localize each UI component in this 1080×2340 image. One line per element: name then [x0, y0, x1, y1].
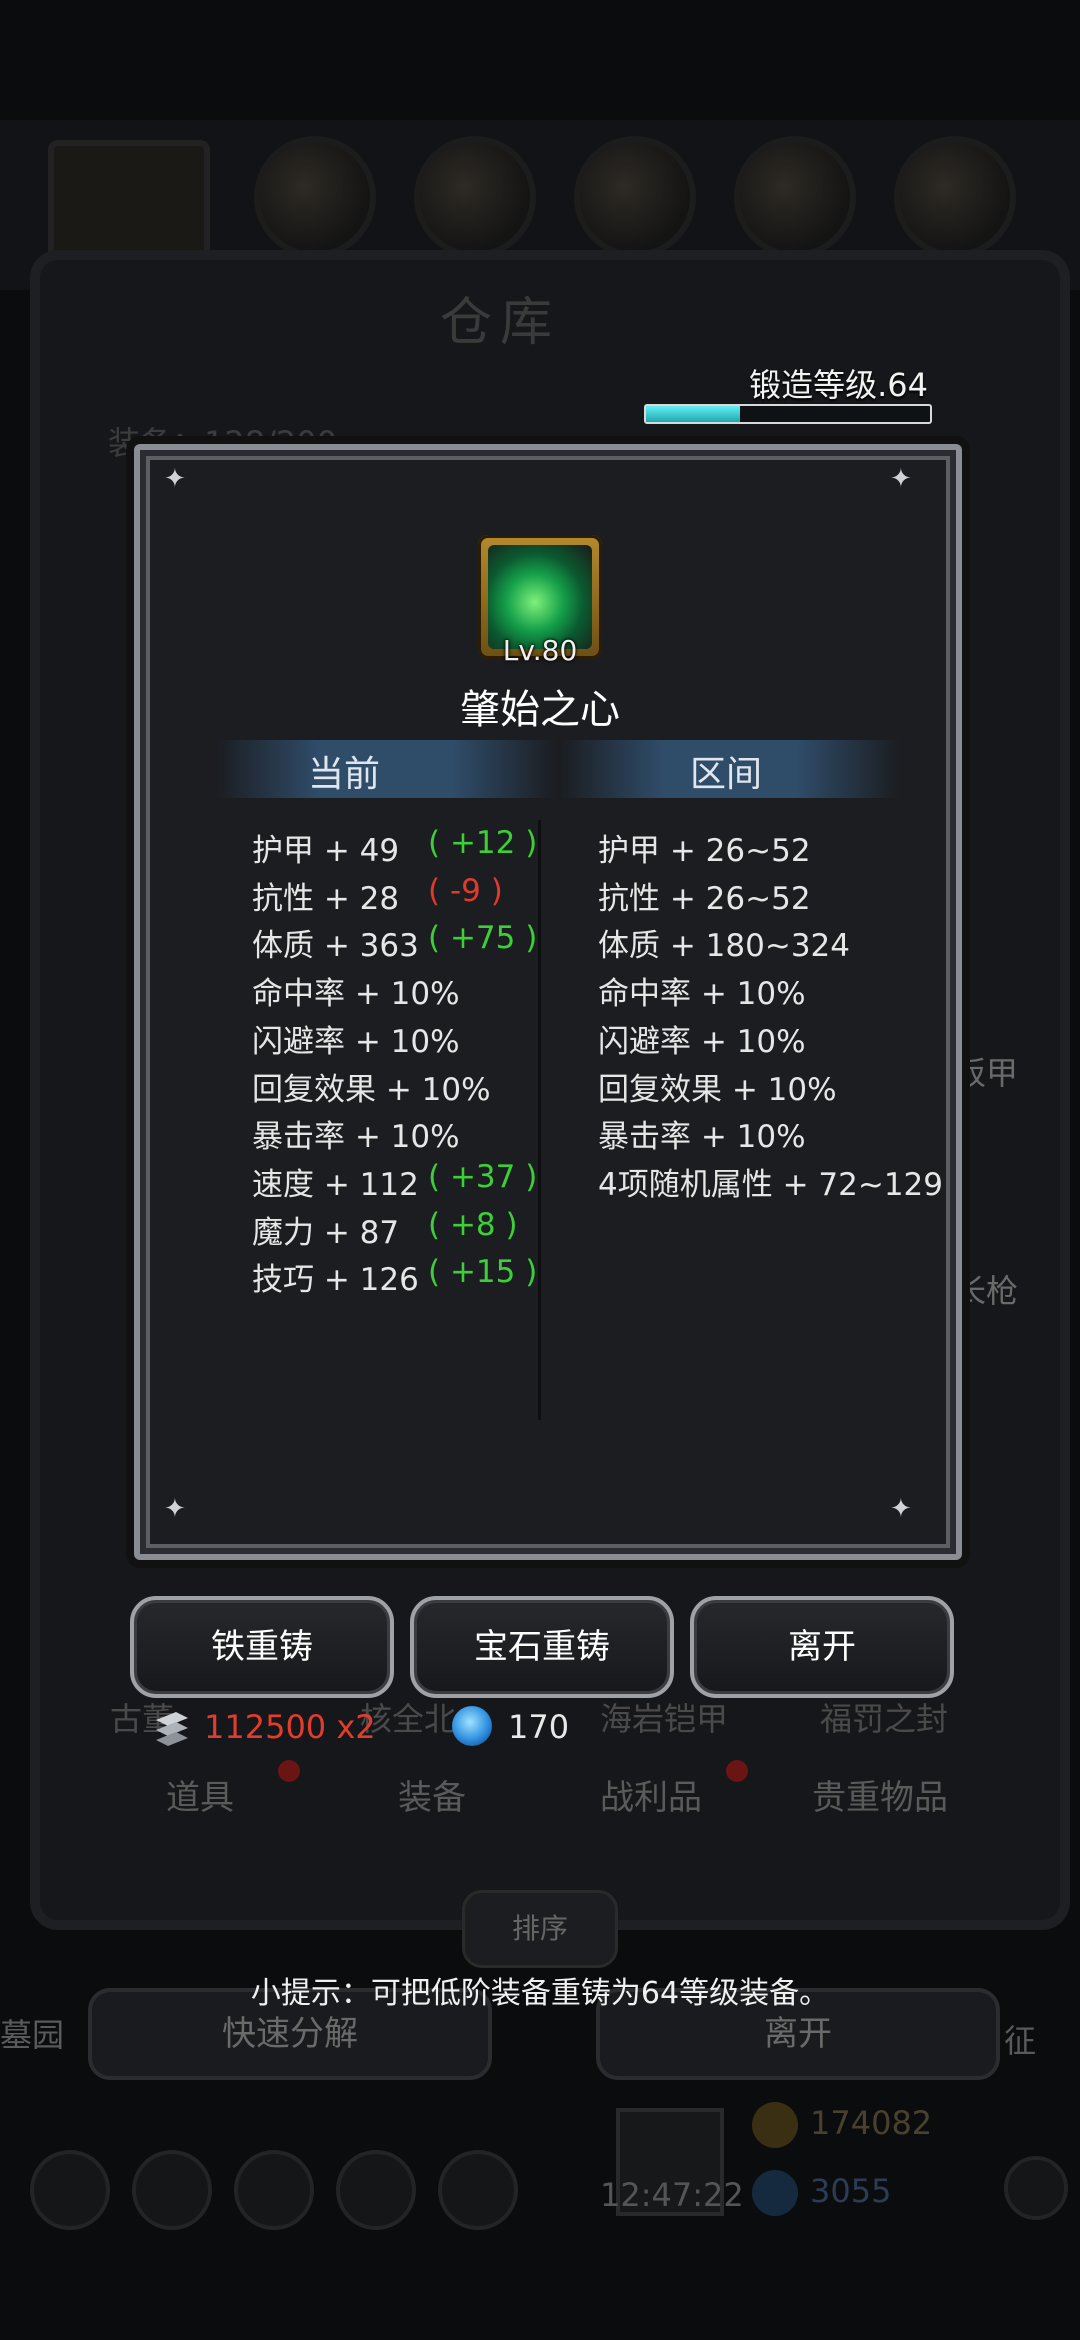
- current-stat-diff: ( +15 ): [428, 1254, 538, 1290]
- gem-recast-button[interactable]: 宝石重铸: [410, 1596, 674, 1698]
- range-stat-label: 护甲 + 26~52: [598, 833, 811, 869]
- bottom-menu-icon-3[interactable]: [234, 2150, 314, 2230]
- tab-loot-badge: [726, 1760, 748, 1782]
- range-stat-label: 命中率 + 10%: [598, 976, 806, 1012]
- bg-item-label-4: 福罚之封: [820, 1700, 949, 1738]
- forge-level-label: 锻造等级.64: [749, 366, 928, 404]
- range-stat-label: 闪避率 + 10%: [598, 1024, 806, 1060]
- bottom-menu-icon-5[interactable]: [438, 2150, 518, 2230]
- current-stat-label: 闪避率 + 10%: [252, 1024, 460, 1060]
- bottom-menu-icon-1[interactable]: [30, 2150, 110, 2230]
- side-label-plate: 板甲: [954, 1054, 1019, 1092]
- current-stat-diff: ( +75 ): [428, 920, 538, 956]
- tip-text: 小提示：可把低阶装备重铸为64等级装备。: [250, 1976, 830, 2011]
- iron-recast-button[interactable]: 铁重铸: [130, 1596, 394, 1698]
- hero-portrait-3: [574, 136, 696, 258]
- gem-amount: 3055: [810, 2172, 892, 2210]
- gold-amount: 174082: [810, 2104, 933, 2142]
- current-stat-diff: ( +37 ): [428, 1159, 538, 1195]
- range-stat-label: 体质 + 180~324: [598, 928, 850, 964]
- equipment-name: 肇始之心: [460, 687, 620, 733]
- current-stat-label: 抗性 + 28: [252, 881, 400, 917]
- current-stat-diff: ( -9 ): [428, 873, 503, 909]
- current-column-header: 当前: [308, 754, 381, 795]
- corner-star-icon: ✦: [164, 464, 186, 494]
- sort-button[interactable]: 排序: [462, 1890, 618, 1968]
- hero-portrait-2: [414, 136, 536, 258]
- current-stat-label: 速度 + 112: [252, 1167, 419, 1203]
- hero-portrait-1: [254, 136, 376, 258]
- range-column-header: 区间: [690, 754, 763, 795]
- iron-ingot-icon: [156, 1712, 188, 1746]
- gold-coin-icon: [752, 2102, 798, 2148]
- gem-cost: 170: [508, 1708, 570, 1746]
- current-header-bg: [216, 740, 556, 798]
- column-divider: [538, 820, 541, 1420]
- bottom-menu-icon-2[interactable]: [132, 2150, 212, 2230]
- leave-button[interactable]: 离开: [690, 1596, 954, 1698]
- range-stat-label: 暴击率 + 10%: [598, 1119, 806, 1155]
- range-stat-label: 4项随机属性 + 72~129: [598, 1167, 943, 1203]
- warehouse-tabs: 道具 装备 战利品 贵重物品: [80, 1760, 1000, 1854]
- current-stat-label: 体质 + 363: [252, 928, 419, 964]
- range-stat-label: 抗性 + 26~52: [598, 881, 811, 917]
- current-stat-label: 魔力 + 87: [252, 1215, 400, 1251]
- corner-star-icon: ✦: [890, 464, 912, 494]
- bottom-menu-icon-4[interactable]: [336, 2150, 416, 2230]
- forge-level-progress-fill: [646, 406, 740, 422]
- hero-portrait-5: [894, 136, 1016, 258]
- clock-time: 12:47:22: [600, 2176, 744, 2214]
- tab-equipment-badge: [278, 1760, 300, 1782]
- side-label-spear: 长枪: [954, 1272, 1019, 1310]
- hero-portrait-4: [734, 136, 856, 258]
- current-stat-label: 暴击率 + 10%: [252, 1119, 460, 1155]
- range-stat-label: 回复效果 + 10%: [598, 1072, 837, 1108]
- right-map-tag: 征: [1004, 2022, 1037, 2060]
- current-stat-label: 命中率 + 10%: [252, 976, 460, 1012]
- tab-items[interactable]: 道具: [166, 1770, 234, 1819]
- current-stat-label: 技巧 + 126: [252, 1262, 419, 1298]
- tab-valuables[interactable]: 贵重物品: [812, 1770, 948, 1819]
- forge-level-progress-bar: [644, 404, 932, 424]
- warehouse-title: 仓库: [440, 293, 561, 353]
- corner-star-icon: ✦: [890, 1494, 912, 1524]
- equipment-level: Lv.80: [502, 634, 578, 667]
- current-stat-diff: ( +12 ): [428, 825, 538, 861]
- tab-equipment[interactable]: 装备: [398, 1770, 466, 1819]
- iron-cost: 112500 x2: [204, 1708, 376, 1746]
- corner-star-icon: ✦: [164, 1494, 186, 1524]
- gem-icon: [452, 1706, 492, 1746]
- add-icon[interactable]: [1004, 2156, 1068, 2220]
- current-stat-label: 护甲 + 49: [252, 833, 400, 869]
- current-stat-diff: ( +8 ): [428, 1207, 518, 1243]
- gem-coin-icon: [752, 2170, 798, 2216]
- bg-item-label-3: 海岩铠甲: [600, 1700, 729, 1738]
- left-map-tag: 墓园: [0, 2016, 65, 2054]
- current-stat-label: 回复效果 + 10%: [252, 1072, 491, 1108]
- tab-loot[interactable]: 战利品: [600, 1770, 702, 1819]
